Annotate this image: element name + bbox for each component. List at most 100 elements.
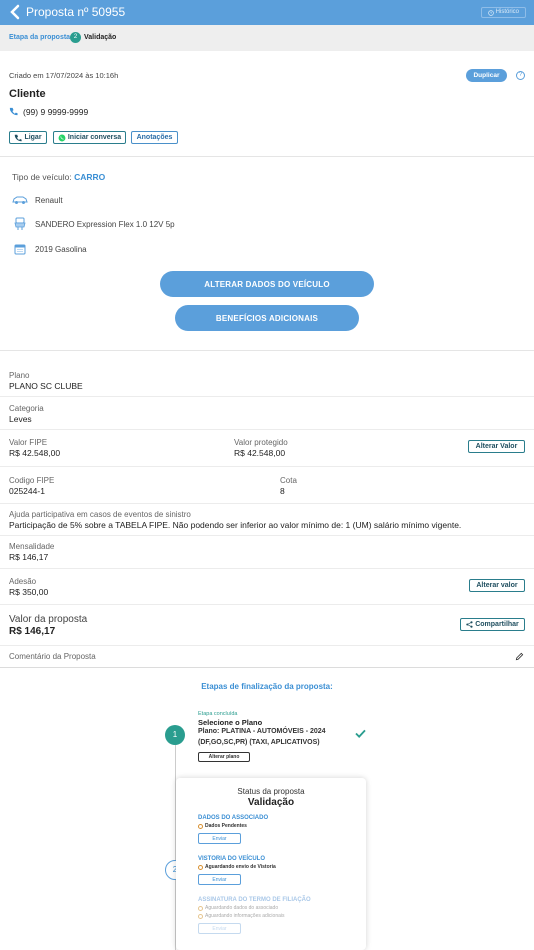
step-1-plan-line2: (DF,GO,SC,PR) (TAXI, APLICATIVOS) xyxy=(198,739,320,746)
vehicle-inspection-heading: VISTORIA DO VEÍCULO xyxy=(198,856,266,862)
call-button[interactable]: Ligar xyxy=(9,131,47,144)
client-phone: (99) 9 9999-9999 xyxy=(23,107,89,117)
share-icon xyxy=(466,621,473,628)
step-1-plan-line1: Plano: PLATINA - AUTOMÓVEIS - 2024 xyxy=(198,728,326,735)
category-label: Categoria xyxy=(9,404,44,413)
monthly-label: Mensalidade xyxy=(9,542,55,551)
vehicle-model-row: SANDERO Expression Flex 1.0 12V 5p xyxy=(12,217,175,231)
top-bar: Proposta nº 50955 Histórico xyxy=(0,0,534,25)
vehicle-brand-row: Renault xyxy=(12,193,63,207)
fipe-code-label: Codigo FIPE xyxy=(9,476,55,485)
phone-icon xyxy=(15,134,23,141)
divider xyxy=(0,466,534,467)
phone-icon xyxy=(9,107,18,116)
page-title: Proposta nº 50955 xyxy=(26,5,126,19)
created-date: Criado em 17/07/2024 às 10:16h xyxy=(9,71,119,80)
pending-clock-icon xyxy=(198,823,203,829)
proposal-value: R$ 146,17 xyxy=(9,626,56,637)
vehicle-brand: Renault xyxy=(35,195,63,205)
adhesion-value: R$ 350,00 xyxy=(9,587,49,597)
divider xyxy=(0,396,534,397)
finalization-steps-title: Etapas de finalização da proposta: xyxy=(201,682,333,691)
associate-data-status: Dados Pendentes xyxy=(205,823,247,829)
plan-value: PLANO SC CLUBE xyxy=(9,381,83,391)
notes-button[interactable]: Anotações xyxy=(131,131,178,144)
monthly-value: R$ 146,17 xyxy=(9,552,49,562)
associate-data-item: Dados Pendentes xyxy=(198,823,247,829)
vehicle-inspection-item: Aguardando envio de Vistoria xyxy=(198,864,276,870)
membership-term-status-2: Aguardando informações adicionais xyxy=(205,913,285,919)
additional-benefits-button[interactable]: BENEFÍCIOS ADICIONAIS xyxy=(175,305,359,331)
divider xyxy=(0,535,534,536)
change-value-button[interactable]: Alterar Valor xyxy=(468,440,525,453)
change-vehicle-button[interactable]: ALTERAR DADOS DO VEÍCULO xyxy=(160,271,374,297)
proposal-value-label: Valor da proposta xyxy=(9,614,88,625)
divider xyxy=(0,350,534,351)
membership-term-status-1: Aguardando dados do associado xyxy=(205,905,279,911)
divider xyxy=(0,645,534,646)
duplicate-button[interactable]: Duplicar xyxy=(466,69,507,82)
divider xyxy=(0,503,534,504)
fipe-code: 025244-1 xyxy=(9,486,45,496)
start-chat-button[interactable]: Iniciar conversa xyxy=(53,131,126,144)
back-arrow-icon[interactable] xyxy=(9,4,21,20)
fipe-value: R$ 42.548,00 xyxy=(9,448,61,458)
car-icon xyxy=(12,196,28,204)
proposal-status-card: Status da proposta Validação DADOS DO AS… xyxy=(176,778,366,950)
membership-term-item-1: Aguardando dados do associado xyxy=(198,905,278,911)
send-associate-data-button[interactable]: Enviar xyxy=(198,833,241,844)
divider xyxy=(0,429,534,430)
share-label: Compartilhar xyxy=(475,621,519,628)
pending-clock-icon xyxy=(198,864,203,870)
clock-icon xyxy=(487,9,494,16)
status-card-value: Validação xyxy=(247,797,295,808)
call-label: Ligar xyxy=(24,134,42,141)
history-label: Histórico xyxy=(495,9,519,15)
vehicle-year-row: 2019 Gasolina xyxy=(12,242,87,256)
category-value: Leves xyxy=(9,414,32,424)
stage-bar: Etapa da proposta: 2 Validação xyxy=(0,25,534,51)
plan-label: Plano xyxy=(9,371,30,380)
car-seat-icon xyxy=(14,217,26,230)
history-button[interactable]: Histórico xyxy=(480,7,526,18)
pending-clock-icon xyxy=(198,905,203,911)
participation-value: Participação de 5% sobre a TABELA FIPE. … xyxy=(9,520,462,530)
quota-label: Cota xyxy=(280,476,297,485)
vehicle-inspection-status: Aguardando envio de Vistoria xyxy=(205,864,276,870)
associate-data-heading: DADOS DO ASSOCIADO xyxy=(198,815,269,821)
start-chat-label: Iniciar conversa xyxy=(67,134,122,141)
fipe-value-label: Valor FIPE xyxy=(9,438,48,447)
step-1-badge: 1 xyxy=(165,725,185,745)
proposal-screen: Proposta nº 50955 Histórico Etapa da pro… xyxy=(0,0,534,950)
protected-value-label: Valor protegido xyxy=(234,438,288,447)
stage-label: Etapa da proposta: xyxy=(9,34,73,41)
send-inspection-button[interactable]: Enviar xyxy=(198,874,241,885)
participation-label: Ajuda participativa em casos de eventos … xyxy=(9,510,191,519)
stage-number-badge: 2 xyxy=(70,32,81,43)
client-heading: Cliente xyxy=(9,88,46,100)
share-button[interactable]: Compartilhar xyxy=(460,618,525,631)
vehicle-type: Tipo de veículo: CARRO xyxy=(12,172,105,182)
status-card-title: Status da proposta xyxy=(237,787,305,796)
pending-clock-icon xyxy=(198,913,203,919)
edit-pencil-icon[interactable] xyxy=(515,652,524,661)
protected-value: R$ 42.548,00 xyxy=(234,448,286,458)
change-adhesion-button[interactable]: Alterar valor xyxy=(469,579,525,592)
membership-term-item-2: Aguardando informações adicionais xyxy=(198,913,285,919)
whatsapp-icon xyxy=(58,134,66,141)
divider xyxy=(0,604,534,605)
calendar-icon xyxy=(14,244,26,255)
change-plan-button[interactable]: Alterar plano xyxy=(198,752,250,762)
membership-term-heading: ASSINATURA DO TERMO DE FILIAÇÃO xyxy=(198,897,311,903)
vehicle-model: SANDERO Expression Flex 1.0 12V 5p xyxy=(35,219,175,229)
vehicle-type-label: Tipo de veículo: xyxy=(12,172,72,182)
check-icon xyxy=(355,729,366,738)
vehicle-type-value: CARRO xyxy=(74,172,106,182)
help-icon[interactable]: ? xyxy=(516,71,525,80)
divider xyxy=(0,667,534,668)
stage-value: Validação xyxy=(84,34,117,41)
step-1-title: Selecione o Plano xyxy=(198,718,263,727)
comment-label: Comentário da Proposta xyxy=(9,652,96,661)
send-term-button[interactable]: Enviar xyxy=(198,923,241,934)
step-1-status: Etapa concluída xyxy=(198,711,238,717)
